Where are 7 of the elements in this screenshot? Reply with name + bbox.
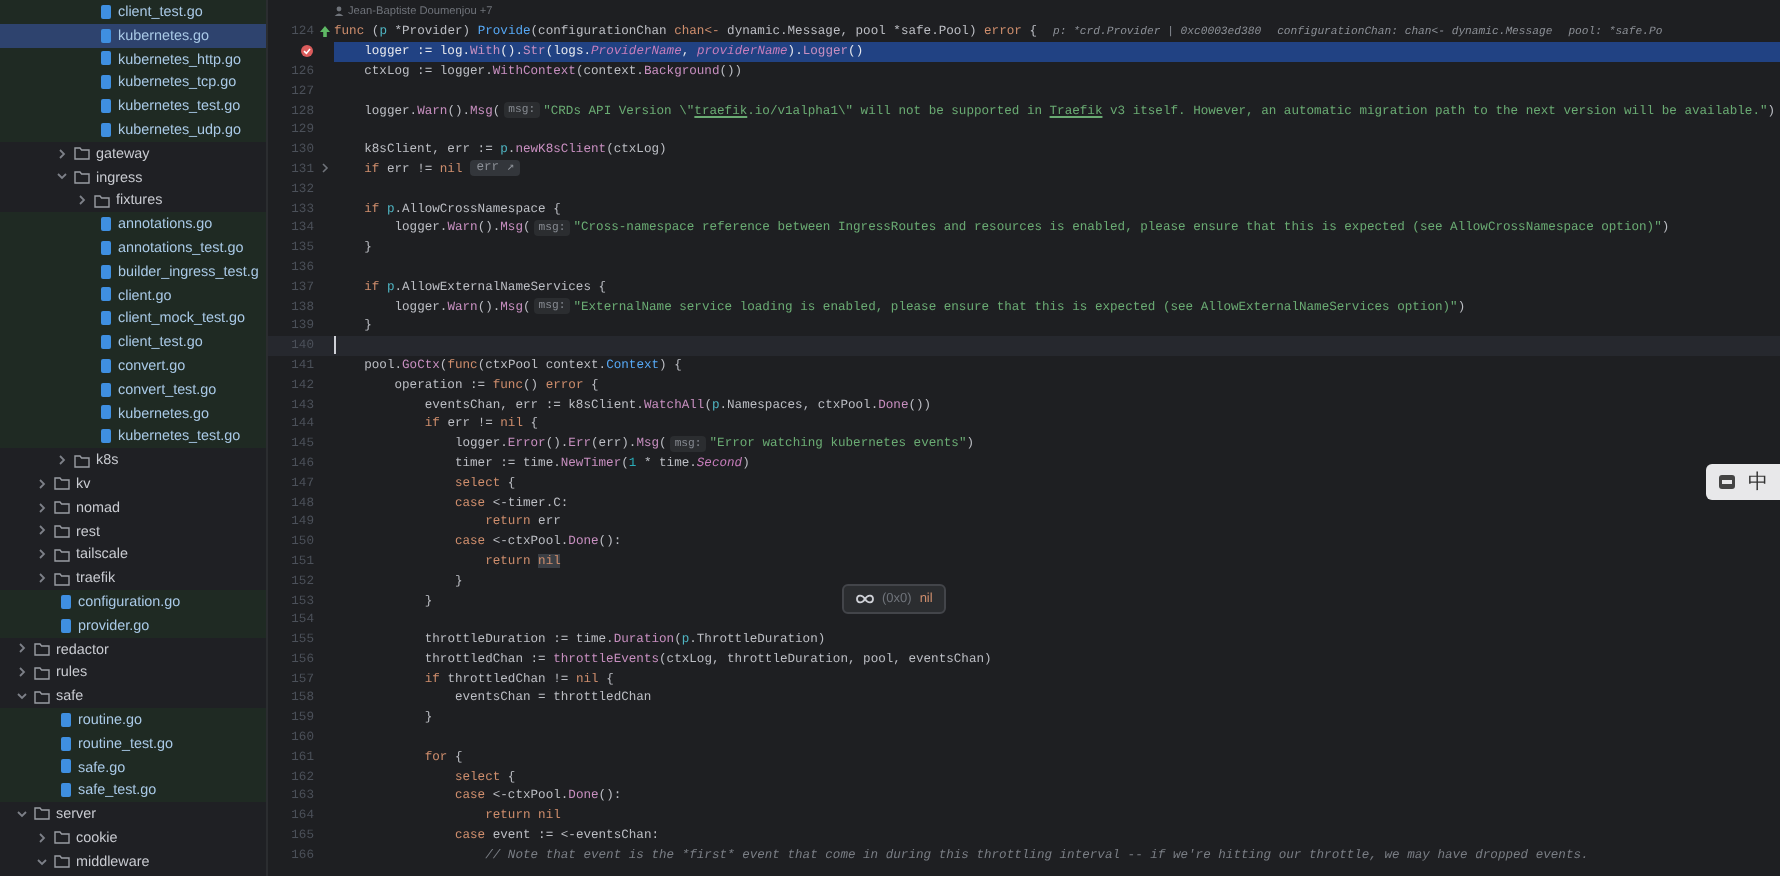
person-icon [334,6,344,16]
infinity-icon [856,594,874,604]
up-arrow-icon[interactable] [317,24,331,39]
input-method-indicator[interactable]: 中 [1706,464,1780,500]
fold-icon[interactable] [319,162,329,175]
input-method-label: 中 [1748,469,1768,496]
breakpoint-icon[interactable] [300,44,314,59]
